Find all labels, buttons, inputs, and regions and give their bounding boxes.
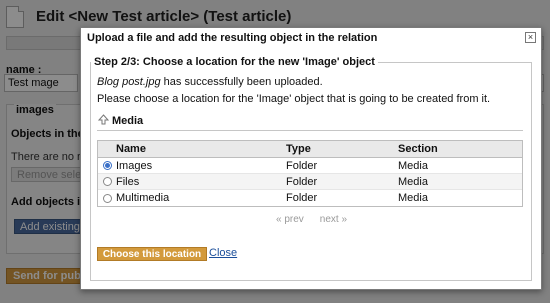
table-row[interactable]: Multimedia Folder Media bbox=[98, 190, 522, 206]
uploaded-filename: Blog post.jpg bbox=[97, 76, 161, 88]
dialog-title: Upload a file and add the resulting obje… bbox=[87, 32, 378, 44]
choose-location-text: Please choose a location for the 'Image'… bbox=[97, 93, 491, 105]
row-name: Files bbox=[116, 175, 140, 188]
row-type: Folder bbox=[286, 175, 318, 188]
step-legend: Step 2/3: Choose a location for the new … bbox=[91, 56, 378, 68]
parent-folder-up-icon[interactable] bbox=[98, 114, 109, 125]
row-section: Media bbox=[398, 192, 428, 204]
next-page-link[interactable]: next » bbox=[320, 214, 347, 225]
row-name: Multimedia bbox=[116, 192, 170, 204]
column-header-type[interactable]: Type bbox=[286, 143, 398, 155]
row-name: Images bbox=[116, 159, 153, 172]
close-link[interactable]: Close bbox=[209, 247, 237, 259]
breadcrumb: Media bbox=[97, 112, 523, 131]
close-icon[interactable]: × bbox=[525, 32, 536, 43]
column-header-section[interactable]: Section bbox=[398, 143, 522, 155]
upload-success-message: Blog post.jpg has successfully been uplo… bbox=[97, 76, 323, 88]
choose-location-button[interactable]: Choose this location bbox=[97, 247, 207, 261]
location-radio-multimedia[interactable] bbox=[102, 193, 112, 203]
table-header: Name Type Section bbox=[98, 141, 522, 158]
upload-success-text: has successfully been uploaded. bbox=[160, 76, 323, 88]
row-type: Folder bbox=[286, 159, 318, 172]
table-row[interactable]: Files Folder Media bbox=[98, 174, 522, 190]
breadcrumb-current: Media bbox=[112, 115, 144, 127]
prev-page-link[interactable]: « prev bbox=[276, 214, 304, 225]
row-type: Folder bbox=[286, 192, 318, 204]
table-row[interactable]: Images Folder Media bbox=[98, 158, 522, 174]
row-section: Media bbox=[398, 175, 428, 188]
column-header-name[interactable]: Name bbox=[116, 143, 286, 155]
location-table: Name Type Section Images Folder Media Fi… bbox=[97, 140, 523, 207]
location-radio-files[interactable] bbox=[102, 177, 112, 186]
upload-dialog: Upload a file and add the resulting obje… bbox=[80, 27, 542, 290]
location-radio-images[interactable] bbox=[102, 161, 112, 170]
pagination: « prev next » bbox=[276, 214, 347, 225]
row-section: Media bbox=[398, 159, 428, 172]
